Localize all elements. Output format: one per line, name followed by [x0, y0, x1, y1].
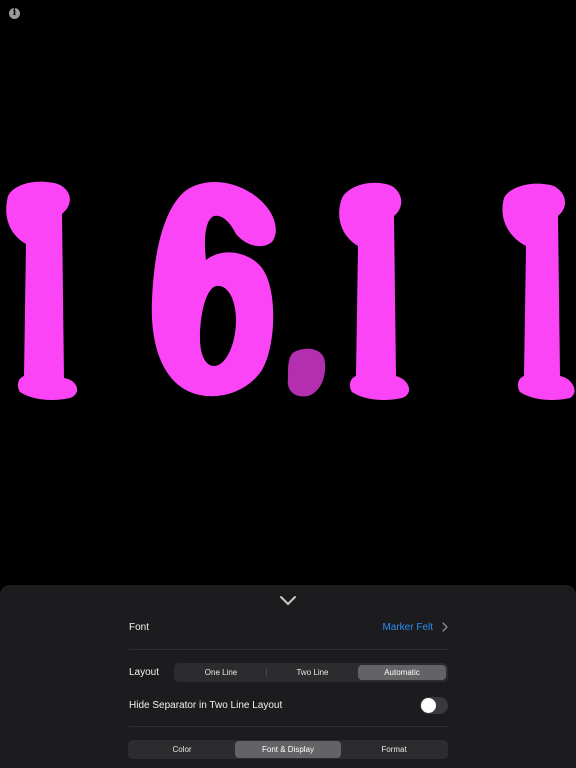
layout-option-automatic[interactable]: Automatic	[358, 664, 446, 680]
tab-color[interactable]: Color	[129, 741, 235, 758]
font-label: Font	[129, 621, 150, 633]
clock-digit-1-third	[502, 183, 575, 400]
layout-row: Layout One Line Two Line Automatic	[129, 662, 448, 682]
layout-segmented-control[interactable]: One Line Two Line Automatic	[174, 662, 448, 682]
toggle-knob	[421, 697, 436, 713]
settings-panel: Font Marker Felt Layout One Line Two Lin…	[0, 585, 576, 768]
clock-display	[6, 181, 575, 400]
tab-font-display[interactable]: Font & Display	[235, 741, 341, 758]
chevron-right-icon	[442, 622, 448, 632]
hide-separator-toggle[interactable]	[420, 696, 448, 714]
divider	[129, 726, 448, 727]
clock-separator	[287, 348, 326, 397]
divider	[129, 649, 448, 650]
layout-option-one-line[interactable]: One Line	[176, 665, 266, 680]
tab-format[interactable]: Format	[341, 741, 447, 758]
clock-digit-1-second	[339, 182, 410, 400]
chevron-down-icon[interactable]	[278, 592, 298, 608]
hide-separator-row: Hide Separator in Two Line Layout	[129, 696, 448, 714]
font-value: Marker Felt	[382, 621, 433, 633]
layout-option-two-line[interactable]: Two Line	[267, 665, 358, 680]
clock-screen: i Font Marker Felt Layout One Line Two L…	[0, 0, 576, 768]
clock-digit-6	[151, 181, 276, 397]
settings-tabs[interactable]: Color Font & Display Format	[128, 740, 448, 759]
layout-label: Layout	[129, 666, 160, 678]
hide-separator-label: Hide Separator in Two Line Layout	[129, 699, 283, 711]
font-selector[interactable]: Marker Felt	[382, 622, 448, 633]
font-row[interactable]: Font Marker Felt	[129, 618, 448, 636]
clock-digit-1	[6, 181, 78, 400]
